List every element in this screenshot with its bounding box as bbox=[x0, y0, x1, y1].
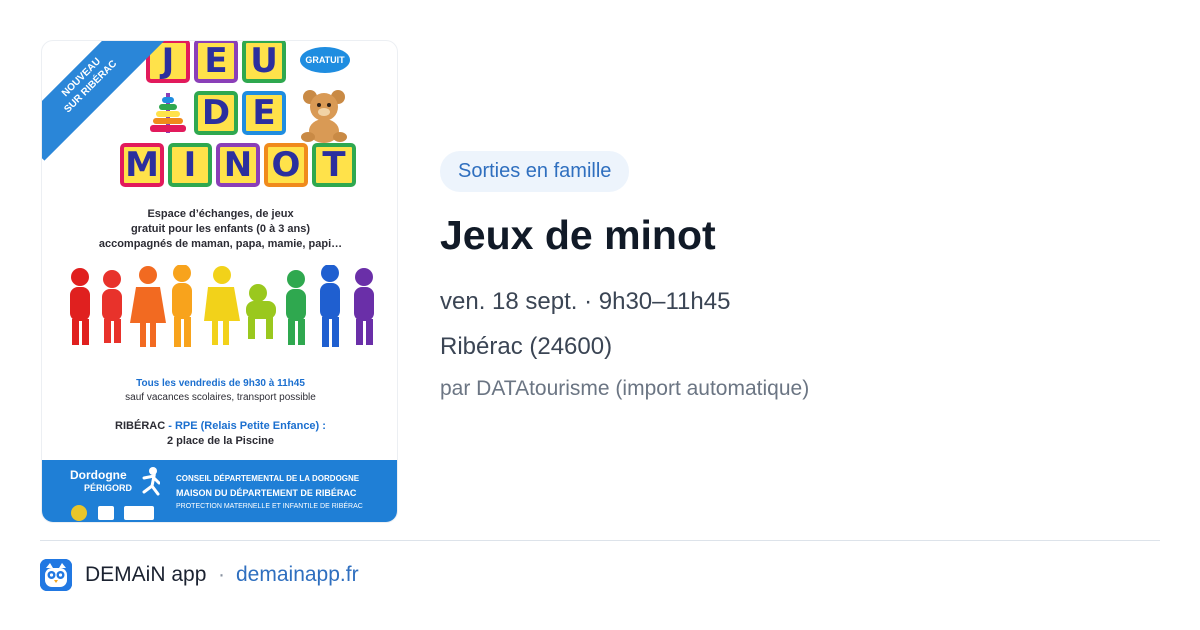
letter-cube: I bbox=[168, 143, 212, 187]
footer-divider bbox=[40, 540, 1160, 541]
poster-schedule-line: Tous les vendredis de 9h30 à 11h45 bbox=[136, 378, 305, 389]
poster-footer-brand: Dordogne PÉRIGORD bbox=[70, 469, 132, 494]
letter-cube: E bbox=[242, 91, 286, 135]
event-author: par DATAtourisme (import automatique) bbox=[440, 377, 810, 400]
app-name: DEMAiN app bbox=[85, 563, 207, 586]
stacking-toy-icon bbox=[150, 93, 186, 133]
poster-place-name: RIBÉRAC bbox=[115, 420, 166, 432]
free-badge: GRATUIT bbox=[300, 47, 350, 73]
poster-description-line: gratuit pour les enfants (0 à 3 ans) bbox=[130, 223, 311, 235]
category-tag[interactable]: Sorties en famille bbox=[440, 151, 630, 192]
event-poster-image[interactable]: NOUVEAU SUR RIBÉRAC J E U GRATUIT D E M … bbox=[41, 40, 398, 523]
poster-footer: Dordogne PÉRIGORD CONSEIL DÉPARTEMENTAL … bbox=[42, 460, 397, 522]
poster-place-address: 2 place de la Piscine bbox=[166, 435, 274, 447]
poster-footer-line: CONSEIL DÉPARTEMENTAL DE LA DORDOGNE bbox=[176, 474, 360, 483]
poster-footer-line: PROTECTION MATERNELLE ET INFANTILE DE RI… bbox=[176, 503, 363, 510]
poster-description: Espace d’échanges, de jeux gratuit pour … bbox=[42, 207, 397, 252]
letter-cube: N bbox=[216, 143, 260, 187]
event-datetime: ven. 18 sept. · 9h30–11h45 bbox=[440, 288, 731, 315]
partner-logos-icon bbox=[71, 505, 154, 521]
letter-cube: T bbox=[312, 143, 356, 187]
poster-place-org: - RPE (Relais Petite Enfance) : bbox=[165, 420, 326, 432]
poster-brand-name: Dordogne bbox=[70, 468, 127, 482]
event-title: Jeux de minot bbox=[440, 212, 716, 258]
poster-place: RIBÉRAC - RPE (Relais Petite Enfance) : … bbox=[42, 419, 397, 449]
poster-brand-sub: PÉRIGORD bbox=[84, 483, 133, 493]
letter-cube: E bbox=[194, 41, 238, 83]
poster-footer-lines: CONSEIL DÉPARTEMENTAL DE LA DORDOGNE MAI… bbox=[176, 472, 363, 514]
children-silhouettes-illustration bbox=[70, 265, 374, 347]
runner-logo-icon bbox=[142, 467, 160, 496]
letter-cube: M bbox=[120, 143, 164, 187]
letter-cube: U bbox=[242, 41, 286, 83]
owl-logo-icon bbox=[40, 559, 72, 591]
source-separator: · bbox=[218, 563, 225, 586]
letter-cube: D bbox=[194, 91, 238, 135]
letter-cube: O bbox=[264, 143, 308, 187]
app-domain-link[interactable]: demainapp.fr bbox=[236, 561, 359, 589]
poster-description-line: Espace d’échanges, de jeux bbox=[147, 208, 294, 220]
event-location: Ribérac (24600) bbox=[440, 333, 613, 360]
poster-schedule: Tous les vendredis de 9h30 à 11h45 sauf … bbox=[42, 377, 397, 405]
poster-description-line: accompagnés de maman, papa, mamie, papi… bbox=[98, 238, 343, 250]
poster-schedule-note: sauf vacances scolaires, transport possi… bbox=[125, 392, 316, 403]
teddy-bear-icon bbox=[301, 90, 347, 143]
poster-footer-line: MAISON DU DÉPARTEMENT DE RIBÉRAC bbox=[176, 488, 357, 498]
